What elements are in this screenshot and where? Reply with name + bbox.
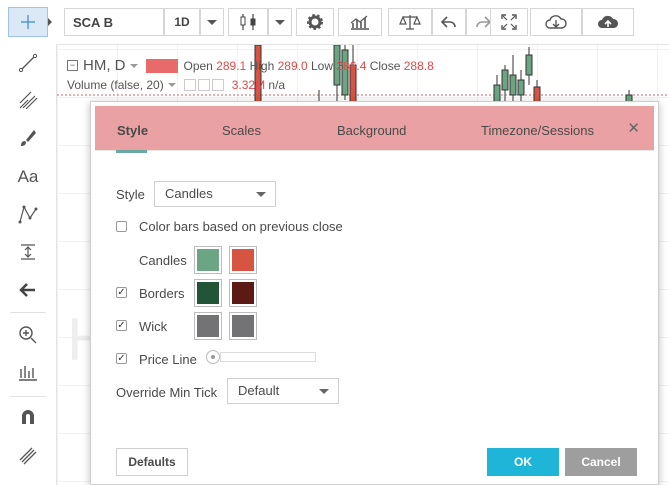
- legend-volume: Volume (false, 20) 3.32M n/a: [67, 78, 285, 92]
- load-cloud-icon[interactable]: [530, 8, 582, 36]
- volume-remove-icon[interactable]: [211, 79, 224, 91]
- wick-up-color[interactable]: [194, 312, 222, 340]
- style-select[interactable]: Candles: [154, 181, 276, 207]
- pattern-tool-icon[interactable]: [8, 199, 48, 229]
- compare-scales-icon[interactable]: [388, 8, 432, 36]
- magnet-icon[interactable]: [8, 402, 48, 432]
- chart-style-button[interactable]: [228, 8, 268, 36]
- expand-arrow-icon[interactable]: [48, 18, 52, 26]
- candlestick-series: [57, 45, 669, 105]
- tab-background[interactable]: Background: [337, 106, 406, 150]
- price-line-checkbox[interactable]: ✓: [116, 353, 127, 364]
- override-min-tick-select[interactable]: Default: [227, 378, 339, 404]
- interval-dropdown-icon[interactable]: [200, 8, 224, 36]
- trend-line-icon[interactable]: [8, 48, 48, 78]
- price-line-width-slider[interactable]: [206, 350, 318, 364]
- chart-properties-dialog: Style Scales Background Timezone/Session…: [90, 101, 659, 485]
- chart-style-dropdown-icon[interactable]: [268, 8, 292, 36]
- candles-up-color[interactable]: [194, 246, 222, 274]
- override-min-tick-value: Default: [238, 383, 280, 398]
- borders-checkbox[interactable]: ✓: [116, 287, 127, 298]
- active-tab-indicator: [116, 150, 147, 153]
- tab-scales[interactable]: Scales: [222, 106, 261, 150]
- lock-drawings-icon[interactable]: [8, 441, 48, 471]
- collapse-icon[interactable]: −: [67, 60, 78, 71]
- legend-dropdown-icon[interactable]: [129, 63, 138, 68]
- legend-main: − HM, D Open 289.1 High 289.0 Low 286.4 …: [67, 57, 434, 74]
- tab-style[interactable]: Style: [117, 106, 148, 150]
- candles-label: Candles: [139, 253, 187, 268]
- volume-extra: n/a: [268, 78, 286, 92]
- wick-label: Wick: [139, 319, 168, 334]
- zoom-in-icon[interactable]: [8, 320, 48, 350]
- top-toolbar: SCA B 1D: [56, 0, 669, 45]
- interval-button[interactable]: 1D: [164, 8, 200, 36]
- chevron-down-icon: [319, 389, 329, 394]
- open-value: 289.1: [216, 58, 247, 73]
- brush-icon[interactable]: [8, 123, 48, 153]
- legend-title: HM, D: [83, 57, 126, 74]
- low-value: 286.4: [336, 58, 367, 73]
- color-bars-label: Color bars based on previous close: [139, 219, 343, 234]
- ok-button[interactable]: OK: [487, 448, 559, 476]
- borders-label: Borders: [139, 286, 185, 301]
- borders-down-color[interactable]: [229, 279, 257, 307]
- volume-eye-icon[interactable]: [183, 79, 196, 91]
- volume-dropdown-icon[interactable]: [167, 83, 176, 87]
- high-value: 289.0: [277, 58, 308, 73]
- pitchfork-icon[interactable]: [8, 85, 48, 115]
- crosshair-icon[interactable]: [8, 7, 48, 37]
- indicators-icon[interactable]: [338, 8, 382, 36]
- high-label: High: [249, 58, 275, 73]
- style-select-value: Candles: [165, 186, 213, 201]
- dialog-tabs: Style Scales Background Timezone/Session…: [95, 106, 654, 151]
- wick-checkbox[interactable]: ✓: [116, 320, 127, 331]
- defaults-button[interactable]: Defaults: [116, 448, 188, 476]
- fullscreen-icon[interactable]: [490, 8, 528, 36]
- cancel-button[interactable]: Cancel: [565, 448, 637, 476]
- price-line-label: Price Line: [139, 352, 197, 367]
- volume-label: Volume (false, 20): [67, 78, 164, 92]
- text-tool-icon[interactable]: Aa: [8, 162, 48, 192]
- legend-actions[interactable]: [145, 58, 178, 73]
- color-bars-checkbox[interactable]: [116, 221, 127, 232]
- symbol-input[interactable]: SCA B: [64, 8, 164, 36]
- drawing-toolbar: Aa: [0, 0, 57, 485]
- back-arrow-icon[interactable]: [8, 275, 48, 305]
- wick-down-color[interactable]: [229, 312, 257, 340]
- measure-ruler-icon[interactable]: [8, 358, 48, 388]
- close-value: 288.8: [403, 58, 434, 73]
- chevron-down-icon: [256, 192, 266, 197]
- tab-timezone-sessions[interactable]: Timezone/Sessions: [481, 106, 594, 150]
- undo-icon[interactable]: [432, 8, 466, 36]
- close-label: Close: [369, 58, 401, 73]
- volume-settings-icon[interactable]: [197, 79, 210, 91]
- close-icon[interactable]: ✕: [627, 119, 640, 137]
- style-label: Style: [116, 187, 145, 202]
- low-label: Low: [310, 58, 333, 73]
- candles-down-color[interactable]: [229, 246, 257, 274]
- override-min-tick-label: Override Min Tick: [116, 385, 218, 400]
- gear-icon[interactable]: [296, 8, 334, 36]
- measure-icon[interactable]: [8, 237, 48, 267]
- open-label: Open: [183, 58, 213, 73]
- save-cloud-icon[interactable]: [582, 8, 634, 36]
- borders-up-color[interactable]: [194, 279, 222, 307]
- volume-value: 3.32M: [231, 78, 266, 92]
